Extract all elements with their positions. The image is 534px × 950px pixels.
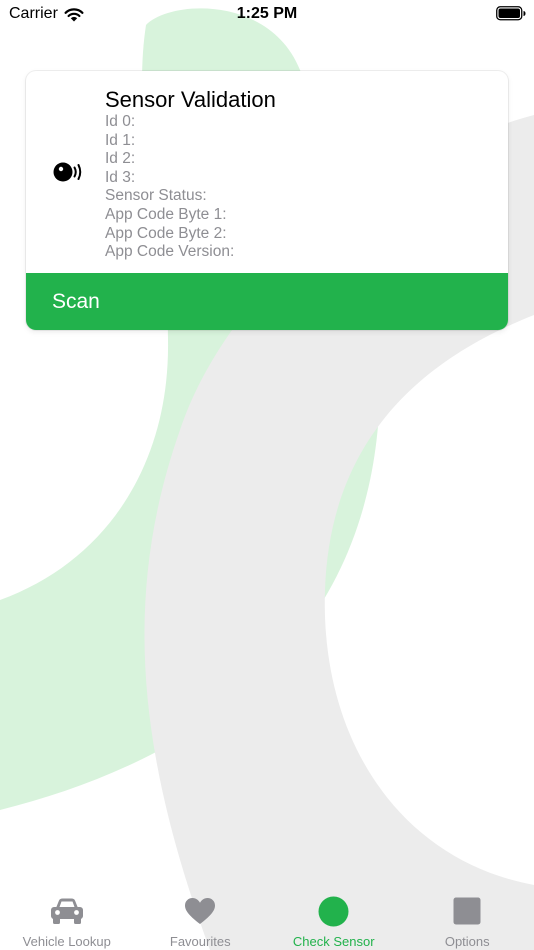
tab-label-vehicle-lookup: Vehicle Lookup [22, 934, 111, 949]
field-id-3: Id 3: [105, 168, 136, 186]
status-bar: Carrier 1:25 PM [0, 0, 534, 30]
field-app-code-byte-2: App Code Byte 2: [105, 224, 227, 242]
field-id-0: Id 0: [105, 113, 136, 130]
tab-options[interactable]: Options [401, 890, 534, 950]
heart-icon [185, 898, 216, 924]
sensor-validation-card: Sensor Validation Id 0: Id 1: Id 2: Id 3… [26, 71, 508, 330]
field-app-code-byte-1: App Code Byte 1: [105, 205, 227, 223]
scan-button-label: Scan [52, 289, 100, 313]
tab-check-sensor[interactable]: Check Sensor [267, 890, 401, 950]
tab-label-favourites: Favourites [169, 934, 231, 949]
sensor-signal-icon [53, 162, 82, 182]
status-time: 1:25 PM [236, 5, 298, 22]
battery-icon [496, 6, 526, 21]
card-content: Sensor Validation Id 0: Id 1: Id 2: Id 3… [105, 86, 495, 262]
field-id-1: Id 1: [105, 131, 136, 149]
tab-label-options: Options [444, 934, 490, 949]
tab-label-check-sensor: Check Sensor [292, 934, 375, 949]
tab-favourites[interactable]: Favourites [134, 890, 268, 950]
tab-vehicle-lookup[interactable]: Vehicle Lookup [0, 890, 134, 950]
scan-button[interactable]: Scan [26, 273, 508, 330]
card-title: Sensor Validation [105, 87, 276, 112]
car-icon [50, 898, 83, 924]
tab-bar: Vehicle Lookup Favourites Check Sensor O… [0, 890, 534, 950]
field-app-code-version: App Code Version: [105, 243, 235, 261]
circle-icon [318, 896, 349, 926]
field-id-2: Id 2: [105, 150, 136, 168]
field-sensor-status: Sensor Status: [105, 187, 207, 205]
square-icon [453, 897, 481, 925]
